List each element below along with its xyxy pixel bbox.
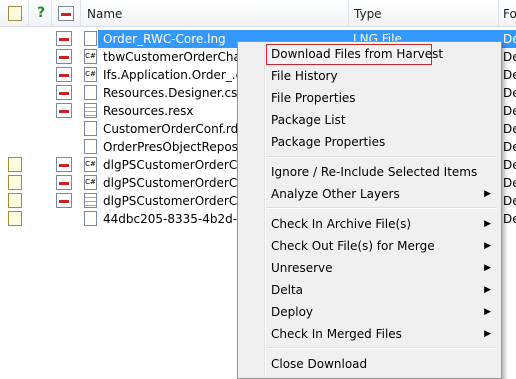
- menu-item-package-properties[interactable]: Package Properties: [240, 132, 499, 154]
- menu-item-label: Close Download: [271, 357, 368, 371]
- vss-status-icon: [56, 103, 72, 118]
- file-folder: De: [503, 194, 516, 208]
- menu-item-close-download[interactable]: Close Download: [240, 354, 499, 376]
- submenu-arrow-icon: ▶: [484, 263, 491, 273]
- vss-icon: [58, 6, 74, 21]
- submenu-arrow-icon: ▶: [484, 285, 491, 295]
- submenu-arrow-icon: ▶: [484, 307, 491, 317]
- menu-item-delta[interactable]: Delta ▶: [240, 280, 499, 302]
- menu-item-label: Unreserve: [271, 261, 333, 275]
- pending-status-icon: [8, 211, 22, 226]
- submenu-arrow-icon: ▶: [484, 189, 491, 199]
- context-menu: Download Files from Harvest File History F…: [237, 41, 502, 379]
- vss-status-icon: [56, 85, 72, 100]
- file-folder: De: [503, 50, 516, 64]
- header-name-label: Name: [87, 7, 123, 21]
- menu-item-check-in-archive[interactable]: Check In Archive File(s) ▶: [240, 214, 499, 236]
- submenu-arrow-icon: ▶: [484, 329, 491, 339]
- file-folder: De: [503, 176, 516, 190]
- file-folder: De: [503, 140, 516, 154]
- menu-separator: [266, 347, 497, 349]
- menu-item-label: Check In Archive File(s): [271, 217, 412, 231]
- file-icon: [84, 121, 97, 136]
- menu-separator: [266, 156, 497, 158]
- file-name: dlgPSCustomerOrderCha: [103, 158, 253, 172]
- file-name: Resources.resx: [103, 104, 194, 118]
- menu-separator: [266, 207, 497, 209]
- file-folder: De: [503, 86, 516, 100]
- csharp-file-icon: C#: [84, 67, 97, 82]
- menu-item-ignore-reinclude[interactable]: Ignore / Re-Include Selected Items: [240, 162, 499, 184]
- vss-status-icon: [56, 157, 72, 172]
- menu-item-label: Check In Merged Files: [271, 327, 402, 341]
- file-name: Ifs.Application.Order_.csp: [103, 68, 257, 82]
- file-folder: De: [503, 68, 516, 82]
- menu-item-label: Analyze Other Layers: [271, 187, 400, 201]
- menu-item-check-in-merged[interactable]: Check In Merged Files ▶: [240, 324, 499, 346]
- menu-item-check-out-merge[interactable]: Check Out File(s) for Merge ▶: [240, 236, 499, 258]
- file-icon: [84, 31, 97, 46]
- resource-file-icon: [84, 193, 97, 208]
- file-folder: De: [503, 212, 516, 226]
- header-type-column[interactable]: Type: [349, 0, 499, 26]
- menu-item-label: Download Files from Harvest: [271, 47, 444, 61]
- vss-status-icon: [56, 49, 72, 64]
- file-name: tbwCustomerOrderCharg: [103, 50, 254, 64]
- csharp-file-icon: C#: [84, 49, 97, 64]
- menu-item-download-files[interactable]: Download Files from Harvest: [240, 44, 499, 66]
- csharp-file-icon: C#: [84, 175, 97, 190]
- file-name: Resources.Designer.cs: [103, 86, 238, 100]
- vss-status-icon: [56, 31, 72, 46]
- question-icon: ?: [37, 5, 46, 21]
- menu-item-label: Delta: [271, 283, 304, 297]
- vss-status-icon: [56, 67, 72, 82]
- menu-item-label: File History: [271, 69, 338, 83]
- header-folder-label: Fo: [503, 7, 516, 21]
- menu-item-label: File Properties: [271, 91, 356, 105]
- file-icon: [84, 139, 97, 154]
- header-folder-column[interactable]: Fo: [499, 0, 516, 26]
- menu-item-label: Ignore / Re-Include Selected Items: [271, 165, 478, 179]
- header-vss-column[interactable]: [52, 0, 81, 26]
- column-header: ? Name Type Fo: [0, 0, 516, 27]
- menu-item-file-history[interactable]: File History: [240, 66, 499, 88]
- file-icon: [84, 211, 97, 226]
- document-icon: [8, 6, 22, 21]
- header-type-label: Type: [354, 7, 382, 21]
- pending-status-icon: [8, 175, 22, 190]
- file-folder: De: [503, 122, 516, 136]
- file-name: dlgPSCustomerOrderCha: [103, 194, 253, 208]
- menu-item-label: Deploy: [271, 305, 314, 319]
- vss-status-icon: [56, 193, 72, 208]
- file-name: CustomerOrderConf.rdf: [103, 122, 243, 136]
- file-name: dlgPSCustomerOrderCha: [103, 176, 253, 190]
- menu-item-deploy[interactable]: Deploy ▶: [240, 302, 499, 324]
- pending-status-icon: [8, 157, 22, 172]
- menu-item-label: Package List: [271, 113, 346, 127]
- file-folder: De: [503, 32, 516, 46]
- submenu-arrow-icon: ▶: [484, 241, 491, 251]
- resource-file-icon: [84, 103, 97, 118]
- menu-item-analyze-other-layers[interactable]: Analyze Other Layers ▶: [240, 184, 499, 206]
- menu-item-unreserve[interactable]: Unreserve ▶: [240, 258, 499, 280]
- menu-item-package-list[interactable]: Package List: [240, 110, 499, 132]
- file-folder: De: [503, 158, 516, 172]
- pending-status-icon: [8, 193, 22, 208]
- submenu-arrow-icon: ▶: [484, 219, 491, 229]
- vss-status-icon: [56, 175, 72, 190]
- file-name: Order_RWC-Core.lng: [103, 32, 226, 46]
- menu-item-file-properties[interactable]: File Properties: [240, 88, 499, 110]
- menu-item-label: Package Properties: [271, 135, 386, 149]
- csharp-file-icon: C#: [84, 157, 97, 172]
- menu-item-label: Check Out File(s) for Merge: [271, 239, 435, 253]
- header-name-column[interactable]: Name: [81, 0, 349, 26]
- file-name: OrderPresObjectReposito: [103, 140, 254, 154]
- header-question-column[interactable]: ?: [29, 0, 52, 26]
- header-status-column[interactable]: [0, 0, 29, 26]
- file-folder: De: [503, 104, 516, 118]
- file-icon: [84, 85, 97, 100]
